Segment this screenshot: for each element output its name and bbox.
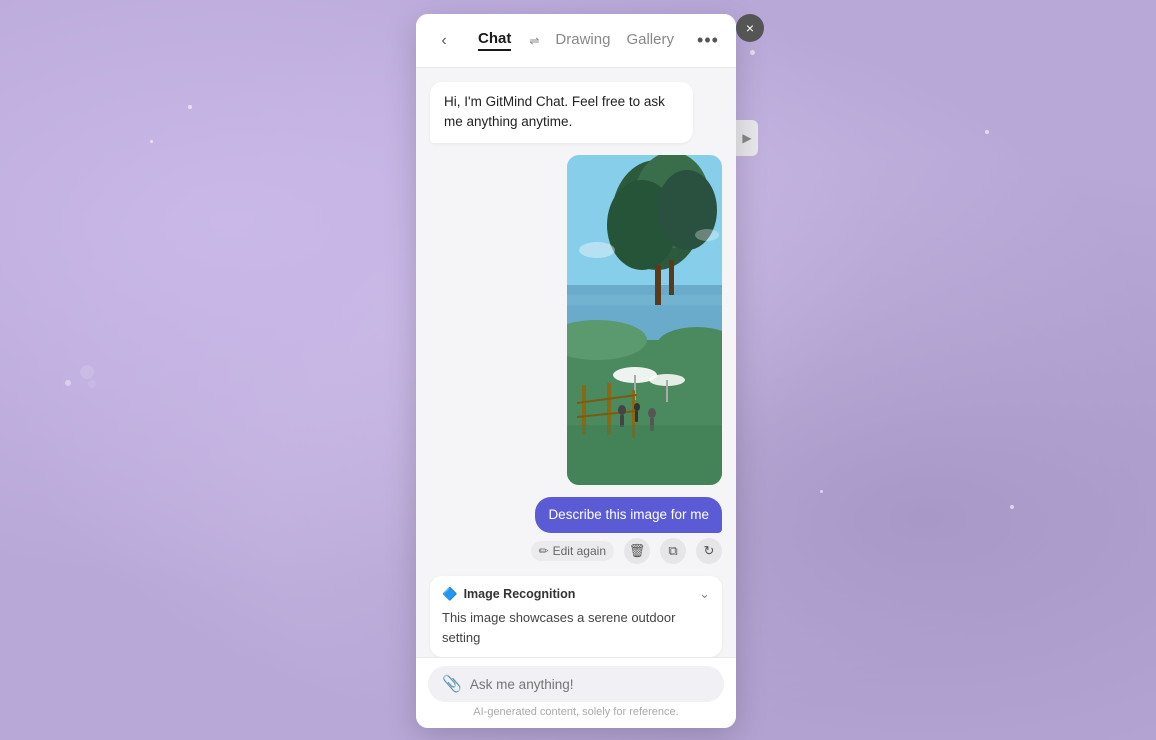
copy-message-button[interactable]: ⧉ — [660, 538, 686, 564]
ai-response-icon: 🔷 — [442, 587, 458, 602]
more-options-button[interactable]: ••• — [694, 27, 722, 55]
refresh-icon: ↻ — [704, 543, 715, 559]
edit-icon: ✏ — [539, 544, 549, 558]
user-text-section: Describe this image for me ✏ Edit again … — [531, 497, 722, 565]
header-tabs: Chat ⇌ Drawing Gallery — [466, 30, 686, 51]
collapse-response-button[interactable]: ⌄ — [699, 586, 710, 602]
user-text-bubble: Describe this image for me — [535, 497, 722, 534]
tab-drawing[interactable]: Drawing — [555, 31, 610, 50]
bot-greeting-text: Hi, I'm GitMind Chat. Feel free to ask m… — [444, 94, 665, 129]
ai-response-block: 🔷 Image Recognition ⌄ This image showcas… — [430, 576, 722, 657]
chat-content: Hi, I'm GitMind Chat. Feel free to ask m… — [416, 68, 736, 657]
uploaded-image — [567, 155, 722, 485]
ai-response-header: 🔷 Image Recognition ⌄ — [442, 586, 710, 602]
ai-response-label: 🔷 Image Recognition — [442, 587, 575, 602]
message-actions: ✏ Edit again 🗑 ⧉ ↻ — [531, 538, 722, 564]
close-button[interactable]: × — [736, 14, 764, 42]
ai-response-label-text: Image Recognition — [464, 587, 576, 601]
disclaimer-text: AI-generated content, solely for referen… — [428, 702, 724, 724]
delete-icon: 🗑 — [629, 543, 646, 559]
regenerate-message-button[interactable]: ↻ — [696, 538, 722, 564]
attach-button[interactable]: 📎 — [442, 674, 462, 694]
edit-again-button[interactable]: ✏ Edit again — [531, 541, 614, 561]
panel-header: ‹ Chat ⇌ Drawing Gallery ••• — [416, 14, 736, 68]
swap-icon: ⇌ — [529, 34, 539, 48]
bot-greeting-bubble: Hi, I'm GitMind Chat. Feel free to ask m… — [430, 82, 693, 143]
tab-gallery[interactable]: Gallery — [626, 31, 674, 50]
back-icon: ‹ — [441, 32, 446, 50]
user-image-message — [567, 155, 722, 485]
user-message-text: Describe this image for me — [548, 507, 709, 522]
close-icon: × — [746, 20, 754, 36]
delete-message-button[interactable]: 🗑 — [624, 538, 650, 564]
copy-icon: ⧉ — [668, 543, 677, 559]
edit-again-label: Edit again — [553, 544, 606, 558]
expand-icon: ▶ — [742, 131, 751, 145]
expand-button[interactable]: ▶ — [736, 120, 758, 156]
chat-panel: ‹ Chat ⇌ Drawing Gallery ••• Hi, I'm Git… — [416, 14, 736, 728]
tab-chat[interactable]: Chat — [478, 30, 511, 51]
input-bar: 📎 AI-generated content, solely for refer… — [416, 657, 736, 728]
chat-input[interactable] — [470, 677, 710, 692]
back-button[interactable]: ‹ — [430, 27, 458, 55]
more-icon: ••• — [697, 30, 719, 51]
ai-response-text: This image showcases a serene outdoor se… — [442, 608, 710, 647]
input-row: 📎 — [428, 666, 724, 702]
